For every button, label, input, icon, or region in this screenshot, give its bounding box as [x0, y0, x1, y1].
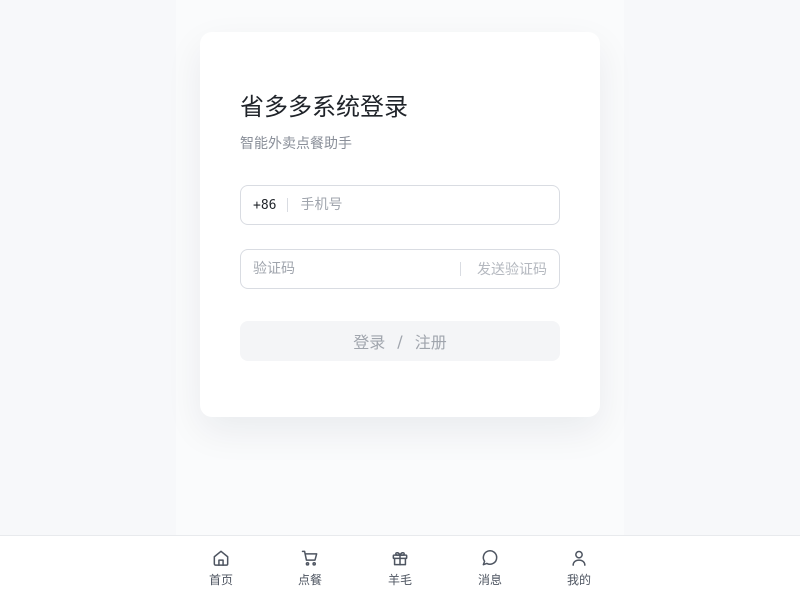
field-divider [287, 198, 289, 212]
tab-label: 消息 [477, 573, 502, 587]
verification-code-input[interactable] [241, 250, 460, 288]
tab-home[interactable]: 首页 [191, 548, 251, 588]
page-title: 省多多系统登录 [240, 93, 408, 121]
send-code-label: 发送验证码 [477, 262, 547, 278]
submit-separator: / [397, 331, 403, 351]
login-card: 省多多系统登录 智能外卖点餐助手 +86 发送验证码 登录 / 注册 [200, 32, 600, 417]
tab-label: 点餐 [297, 573, 322, 587]
verification-code-field[interactable]: 发送验证码 [240, 249, 560, 289]
phone-field[interactable]: +86 [240, 185, 560, 225]
cart-icon [301, 550, 318, 566]
user-icon [572, 550, 586, 566]
message-icon [482, 550, 498, 566]
tab-messages[interactable]: 消息 [460, 548, 520, 588]
tab-label: 我的 [566, 573, 591, 587]
tab-label: 首页 [208, 573, 233, 587]
tab-label: 羊毛 [387, 573, 412, 587]
tab-profile[interactable]: 我的 [549, 548, 609, 588]
country-code: +86 [253, 197, 277, 213]
login-register-button[interactable]: 登录 / 注册 [240, 321, 560, 361]
register-label: 注册 [414, 333, 447, 352]
send-code-button[interactable]: 发送验证码 [460, 250, 559, 288]
home-icon [213, 550, 229, 566]
tab-deals[interactable]: 羊毛 [370, 548, 430, 588]
tab-order[interactable]: 点餐 [280, 548, 340, 588]
phone-input[interactable] [300, 186, 559, 224]
page-subtitle: 智能外卖点餐助手 [240, 136, 352, 152]
field-divider [460, 262, 461, 276]
bottom-tabbar: 首页 点餐 羊毛 消息 我的 [0, 535, 800, 600]
gift-icon [392, 551, 408, 566]
login-label: 登录 [353, 333, 386, 352]
